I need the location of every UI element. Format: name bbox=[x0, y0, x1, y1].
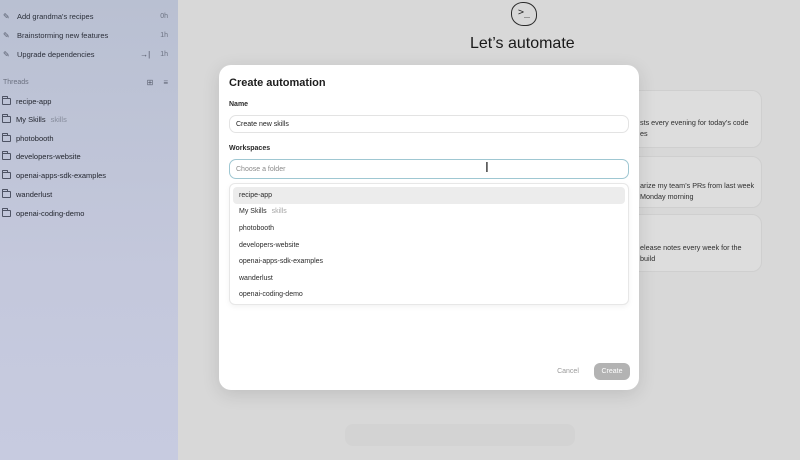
thread-label: openai-apps-sdk-examples bbox=[16, 170, 107, 180]
thread-label: wanderlust bbox=[16, 189, 53, 199]
folder-option[interactable]: wanderlust bbox=[233, 270, 625, 287]
folder-icon bbox=[2, 132, 11, 142]
create-button[interactable]: Create bbox=[594, 363, 630, 380]
thread-item[interactable]: openai-apps-sdk-examples bbox=[0, 166, 178, 184]
thread-item[interactable]: photobooth bbox=[0, 129, 178, 147]
folder-option[interactable]: openai-coding-demo bbox=[233, 287, 625, 304]
pinned-item-time: 1h bbox=[160, 50, 168, 58]
suggestion-text: arize my team’s PRs from last week Monday… bbox=[640, 181, 755, 201]
cancel-button[interactable]: Cancel bbox=[549, 362, 587, 380]
folder-icon bbox=[2, 113, 11, 123]
folder-select-input[interactable]: Choose a folder bbox=[229, 159, 629, 179]
thread-item[interactable]: recipe-app bbox=[0, 92, 178, 110]
folder-icon bbox=[2, 169, 11, 179]
thread-label: photobooth bbox=[16, 133, 54, 143]
folder-option[interactable]: My Skills skills bbox=[233, 204, 625, 221]
thread-label: openai-coding-demo bbox=[16, 208, 85, 218]
threads-label: Threads bbox=[3, 78, 29, 86]
pinned-item-time: 1h bbox=[160, 31, 168, 39]
pinned-item-label: Brainstorming new features bbox=[17, 30, 109, 40]
thread-label: My Skills bbox=[16, 114, 46, 124]
thread-item[interactable]: wanderlust bbox=[0, 185, 178, 203]
thread-tag: skills bbox=[50, 114, 67, 124]
folder-icon bbox=[2, 188, 11, 198]
thread-label: developers-website bbox=[16, 151, 81, 161]
workspaces-label: Workspaces bbox=[229, 145, 271, 152]
folder-icon bbox=[2, 95, 11, 105]
threads-header: Threads ⊞ ≡ bbox=[0, 75, 178, 89]
thread-label: recipe-app bbox=[16, 96, 52, 106]
thread-item[interactable]: My Skills skills bbox=[0, 110, 178, 128]
folder-icon bbox=[2, 150, 11, 160]
name-label: Name bbox=[229, 101, 249, 108]
pin-icon: ✎ bbox=[3, 49, 10, 59]
pinned-item-label: Add grandma's recipes bbox=[17, 11, 94, 21]
new-folder-icon[interactable]: ⊞ bbox=[147, 78, 154, 87]
create-automation-dialog: Create automation Name Create new skills… bbox=[219, 65, 639, 390]
folder-option[interactable]: developers-website bbox=[233, 237, 625, 254]
thread-item[interactable]: developers-website bbox=[0, 147, 178, 165]
folder-option[interactable]: openai-apps-sdk-examples bbox=[233, 253, 625, 270]
suggestion-text: sts every evening for today’s code es bbox=[640, 118, 749, 138]
arrow-to-right-icon[interactable]: →| bbox=[140, 50, 150, 59]
pinned-item[interactable]: ✎ Upgrade dependencies →| 1h bbox=[0, 45, 178, 63]
terminal-logo-icon: >_ bbox=[511, 2, 537, 26]
name-input[interactable]: Create new skills bbox=[229, 115, 629, 133]
filter-icon[interactable]: ≡ bbox=[163, 78, 168, 87]
pinned-item[interactable]: ✎ Brainstorming new features 1h bbox=[0, 26, 178, 44]
suggestion-text: elease notes every week for the build bbox=[640, 243, 742, 263]
folder-icon bbox=[2, 207, 11, 217]
pin-icon: ✎ bbox=[3, 11, 10, 21]
dialog-title: Create automation bbox=[229, 77, 326, 89]
pinned-item[interactable]: ✎ Add grandma's recipes 0h bbox=[0, 7, 178, 25]
sidebar: ✎ Add grandma's recipes 0h ✎ Brainstormi… bbox=[0, 0, 178, 460]
pin-icon: ✎ bbox=[3, 30, 10, 40]
folder-option[interactable]: photobooth bbox=[233, 220, 625, 237]
page-title: Let’s automate bbox=[470, 35, 575, 52]
pinned-item-time: 0h bbox=[160, 12, 168, 20]
background-composer bbox=[345, 424, 575, 446]
folder-option[interactable]: recipe-app bbox=[233, 187, 625, 204]
thread-item[interactable]: openai-coding-demo bbox=[0, 204, 178, 222]
text-cursor-icon: I bbox=[485, 161, 489, 176]
pinned-item-label: Upgrade dependencies bbox=[17, 49, 95, 59]
folder-dropdown: recipe-app My Skills skills photobooth de… bbox=[229, 183, 629, 305]
